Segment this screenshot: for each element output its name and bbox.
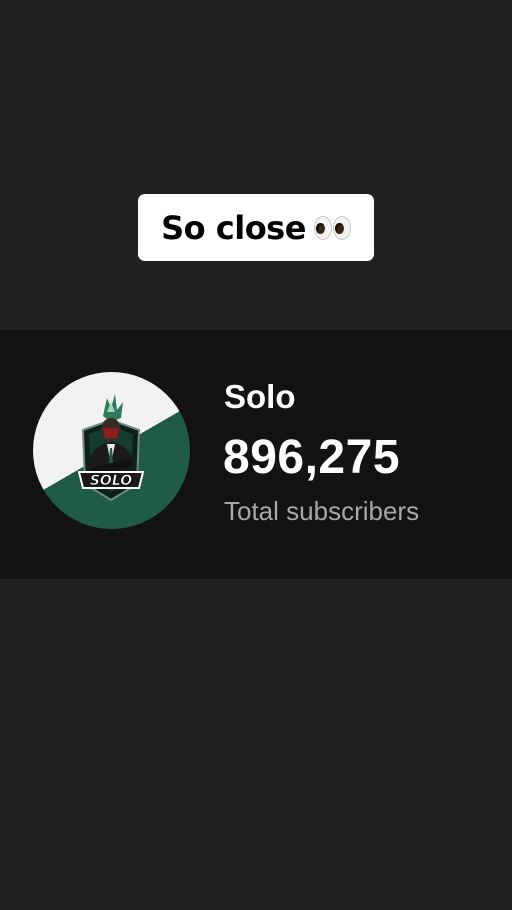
subscriber-label: Total subscribers <box>224 496 420 526</box>
caption-sticker: So close <box>138 194 374 261</box>
channel-name: Solo <box>224 378 296 415</box>
subscriber-count: 896,275 <box>223 431 401 484</box>
subscriber-card: SOLO Solo 896,275 Total subscribers <box>0 330 512 579</box>
caption-text: So close <box>161 208 306 247</box>
left-eye-icon <box>313 215 332 240</box>
solo-logo-icon: SOLO <box>77 394 145 502</box>
channel-avatar[interactable]: SOLO <box>33 372 190 529</box>
eyes-emoji-icon <box>313 215 351 240</box>
right-eye-icon <box>332 215 351 240</box>
avatar-logo-text: SOLO <box>90 473 132 489</box>
